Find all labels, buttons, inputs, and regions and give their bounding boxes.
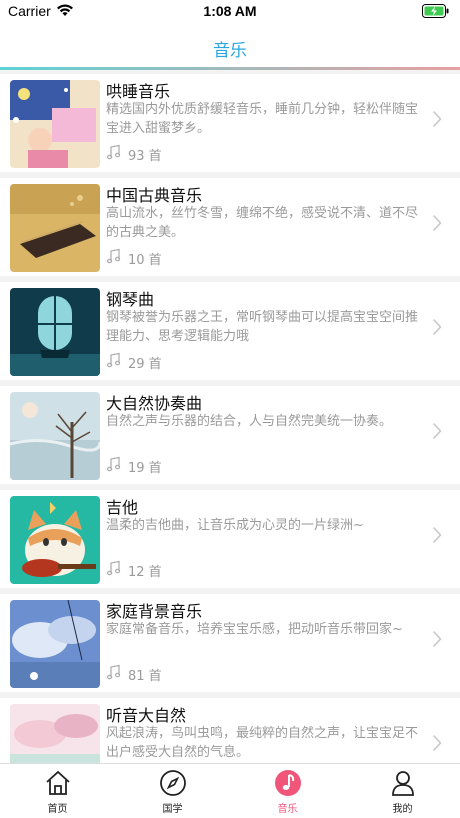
tab-mine-label: 我的 [392, 804, 413, 815]
chevron-right-icon [432, 422, 442, 444]
item-title: 吉他 [106, 498, 139, 517]
song-count: 10 首 [106, 248, 162, 268]
song-count: 29 首 [106, 352, 162, 372]
item-description: 高山流水，丝竹冬雪，缠绵不绝，感受说不清、道不尽的古典之美。 [106, 206, 419, 240]
tab-home-label: 首页 [47, 804, 68, 815]
user-icon [391, 771, 414, 796]
song-count-label: 12 首 [128, 564, 162, 580]
music-note-icon [106, 664, 122, 684]
music-note-icon [106, 352, 122, 372]
song-count-label: 29 首 [128, 356, 162, 372]
tab-music[interactable]: 音乐 [230, 768, 345, 815]
home-icon [45, 770, 70, 795]
music-icon [274, 770, 301, 796]
list-item[interactable]: 钢琴曲 钢琴被誉为乐器之王，常听钢琴曲可以提高宝宝空间推理能力、思考逻辑能力哦 … [0, 282, 460, 380]
list-item[interactable]: 哄睡音乐 精选国内外优质舒缓轻音乐，睡前几分钟，轻松伴随宝宝进入甜蜜梦乡。 93… [0, 74, 460, 172]
item-title: 听音大自然 [106, 706, 187, 725]
list-item[interactable]: 中国古典音乐 高山流水，丝竹冬雪，缠绵不绝，感受说不清、道不尽的古典之美。 10… [0, 178, 460, 276]
song-count-label: 10 首 [128, 252, 162, 268]
chevron-right-icon [432, 526, 442, 548]
chevron-right-icon [432, 318, 442, 340]
item-description: 自然之声与乐器的结合，人与自然完美统一协奏。 [106, 414, 393, 429]
item-title: 钢琴曲 [106, 290, 155, 309]
list-item[interactable]: 吉他 温柔的吉他曲，让音乐成为心灵的一片绿洲~ 12 首 [0, 490, 460, 588]
nav-gradient-divider [0, 67, 460, 70]
thumbnail-image [10, 704, 100, 764]
chevron-right-icon [432, 110, 442, 132]
navigation-bar: 音乐 [0, 24, 460, 70]
item-description: 风起浪涛，鸟叫虫鸣，最纯粹的自然之声，让宝宝足不出户感受大自然的气息。 [106, 726, 419, 760]
battery-icon [422, 4, 450, 22]
music-note-icon [106, 560, 122, 580]
tab-guoxue[interactable]: 国学 [115, 768, 230, 815]
tab-guoxue-label: 国学 [162, 804, 183, 815]
item-description: 钢琴被誉为乐器之王，常听钢琴曲可以提高宝宝空间推理能力、思考逻辑能力哦 [106, 310, 419, 344]
song-count-label: 19 首 [128, 460, 162, 476]
list-item[interactable]: 听音大自然 风起浪涛，鸟叫虫鸣，最纯粹的自然之声，让宝宝足不出户感受大自然的气息… [0, 698, 460, 764]
chevron-right-icon [432, 214, 442, 236]
list-item[interactable]: 家庭背景音乐 家庭常备音乐，培养宝宝乐感，把动听音乐带回家~ 81 首 [0, 594, 460, 692]
item-title: 哄睡音乐 [106, 82, 171, 101]
song-count: 12 首 [106, 560, 162, 580]
music-category-list[interactable]: 哄睡音乐 精选国内外优质舒缓轻音乐，睡前几分钟，轻松伴随宝宝进入甜蜜梦乡。 93… [0, 74, 460, 764]
song-count-label: 81 首 [128, 668, 162, 684]
thumbnail-image [10, 288, 100, 376]
thumbnail-image [10, 392, 100, 480]
thumbnail-image [10, 496, 100, 584]
thumbnail-image [10, 600, 100, 688]
item-title: 中国古典音乐 [106, 186, 203, 205]
music-note-icon [106, 144, 122, 164]
page-title: 音乐 [213, 41, 247, 61]
song-count: 19 首 [106, 456, 162, 476]
thumbnail-image [10, 80, 100, 168]
tab-music-label: 音乐 [277, 804, 298, 815]
compass-icon [159, 770, 186, 796]
chevron-right-icon [432, 630, 442, 652]
tab-home[interactable]: 首页 [0, 768, 115, 815]
list-item[interactable]: 大自然协奏曲 自然之声与乐器的结合，人与自然完美统一协奏。 19 首 [0, 386, 460, 484]
clock: 1:08 AM [203, 3, 257, 19]
music-note-icon [106, 248, 122, 268]
song-count: 93 首 [106, 144, 162, 164]
tab-mine[interactable]: 我的 [345, 768, 460, 815]
song-count: 81 首 [106, 664, 162, 684]
tab-bar: 首页 国学 音乐 我的 [0, 763, 460, 818]
item-description: 温柔的吉他曲，让音乐成为心灵的一片绿洲~ [106, 518, 364, 533]
song-count-label: 93 首 [128, 148, 162, 164]
status-bar: Carrier 1:08 AM [0, 0, 460, 24]
item-title: 大自然协奏曲 [106, 394, 203, 413]
music-note-icon [106, 456, 122, 476]
item-description: 精选国内外优质舒缓轻音乐，睡前几分钟，轻松伴随宝宝进入甜蜜梦乡。 [106, 102, 419, 136]
thumbnail-image [10, 184, 100, 272]
item-description: 家庭常备音乐，培养宝宝乐感，把动听音乐带回家~ [106, 622, 403, 637]
chevron-right-icon [432, 734, 442, 756]
item-title: 家庭背景音乐 [106, 602, 203, 621]
